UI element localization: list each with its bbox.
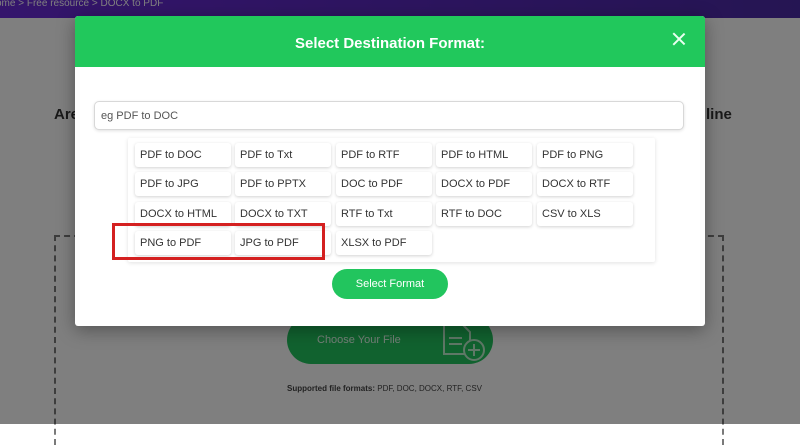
format-option[interactable]: RTF to DOC — [436, 202, 532, 226]
format-option[interactable]: CSV to XLS — [537, 202, 633, 226]
format-option[interactable]: XLSX to PDF — [336, 231, 432, 255]
format-option[interactable]: PDF to PNG — [537, 143, 633, 167]
highlight-box — [112, 223, 325, 260]
format-option[interactable]: DOCX to PDF — [436, 172, 532, 196]
format-option[interactable]: PDF to Txt — [235, 143, 331, 167]
modal-header: Select Destination Format: — [75, 16, 705, 67]
format-option[interactable]: PDF to RTF — [336, 143, 432, 167]
format-option[interactable]: RTF to Txt — [336, 202, 432, 226]
close-icon[interactable] — [671, 31, 687, 47]
format-modal: Select Destination Format: PDF to DOC PD… — [75, 16, 705, 326]
format-option[interactable]: PDF to HTML — [436, 143, 532, 167]
select-format-button[interactable]: Select Format — [332, 269, 448, 299]
format-option[interactable]: PDF to PPTX — [235, 172, 331, 196]
format-option[interactable]: DOC to PDF — [336, 172, 432, 196]
format-option[interactable]: DOCX to RTF — [537, 172, 633, 196]
format-option[interactable]: PDF to JPG — [135, 172, 231, 196]
format-search-input[interactable] — [94, 101, 684, 130]
modal-title: Select Destination Format: — [294, 35, 486, 52]
format-option[interactable]: PDF to DOC — [135, 143, 231, 167]
